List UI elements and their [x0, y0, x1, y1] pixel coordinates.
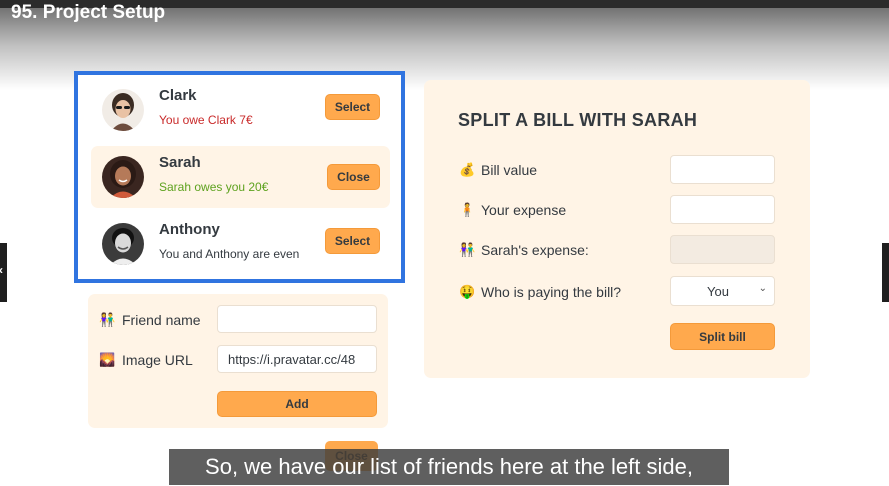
select-anthony-button[interactable]: Select — [325, 228, 380, 254]
friend-item-clark: Clark You owe Clark 7€ Select — [91, 79, 390, 141]
your-expense-input[interactable] — [670, 195, 775, 224]
money-face-icon: 🤑 — [459, 284, 476, 299]
friends-icon: 👫 — [459, 242, 476, 257]
your-expense-label: Your expense — [481, 202, 567, 218]
friend-item-sarah: Sarah Sarah owes you 20€ Close — [91, 146, 390, 208]
split-form-title: SPLIT A BILL WITH SARAH — [458, 110, 698, 130]
avatar-clark — [102, 89, 144, 131]
chevron-down-icon: ⌄ — [758, 283, 767, 294]
payer-label: Who is paying the bill? — [481, 284, 622, 300]
add-friend-button[interactable]: Add — [217, 391, 377, 417]
subtitle-caption: So, we have our list of friends here at … — [169, 449, 729, 485]
friend-balance: You owe Clark 7€ — [159, 113, 253, 127]
video-next-button[interactable] — [882, 243, 889, 302]
bill-value-label: Bill value — [481, 162, 538, 178]
friend-name: Sarah — [159, 154, 201, 171]
image-url-label: Image URL — [122, 352, 193, 368]
avatar-sarah — [102, 156, 144, 198]
add-friend-form: 👫 Friend name 🌄 Image URL https://i.prav… — [88, 294, 388, 428]
friend-balance: Sarah owes you 20€ — [159, 180, 269, 194]
select-clark-button[interactable]: Select — [325, 94, 380, 120]
friend-item-anthony: Anthony You and Anthony are even Select — [91, 213, 390, 275]
friend-name: Anthony — [159, 221, 220, 238]
payer-select[interactable]: You ⌄ — [670, 276, 775, 306]
friend-expense-input — [670, 235, 775, 264]
avatar-anthony — [102, 223, 144, 265]
friend-name-label: Friend name — [122, 312, 201, 328]
image-url-input[interactable]: https://i.pravatar.cc/48 — [217, 345, 377, 373]
person-icon: 🧍 — [459, 202, 476, 217]
split-bill-form: SPLIT A BILL WITH SARAH 💰 Bill value 🧍 Y… — [424, 80, 810, 378]
chevron-left-icon: ‹ — [0, 263, 6, 279]
friends-list: Clark You owe Clark 7€ Select Sarah Sara… — [74, 71, 405, 283]
friend-expense-label: Sarah's expense: — [481, 242, 589, 258]
split-bill-button[interactable]: Split bill — [670, 323, 775, 350]
friend-name: Clark — [159, 87, 197, 104]
friend-name-input[interactable] — [217, 305, 377, 333]
image-icon: 🌄 — [99, 352, 116, 367]
bill-value-input[interactable] — [670, 155, 775, 184]
friend-balance: You and Anthony are even — [159, 247, 300, 261]
video-prev-button[interactable]: ‹ — [0, 243, 7, 302]
video-title: 95. Project Setup — [11, 2, 166, 23]
close-sarah-button[interactable]: Close — [327, 164, 380, 190]
money-bag-icon: 💰 — [459, 162, 476, 177]
payer-select-value: You — [707, 284, 729, 299]
friends-icon: 👫 — [99, 312, 116, 327]
